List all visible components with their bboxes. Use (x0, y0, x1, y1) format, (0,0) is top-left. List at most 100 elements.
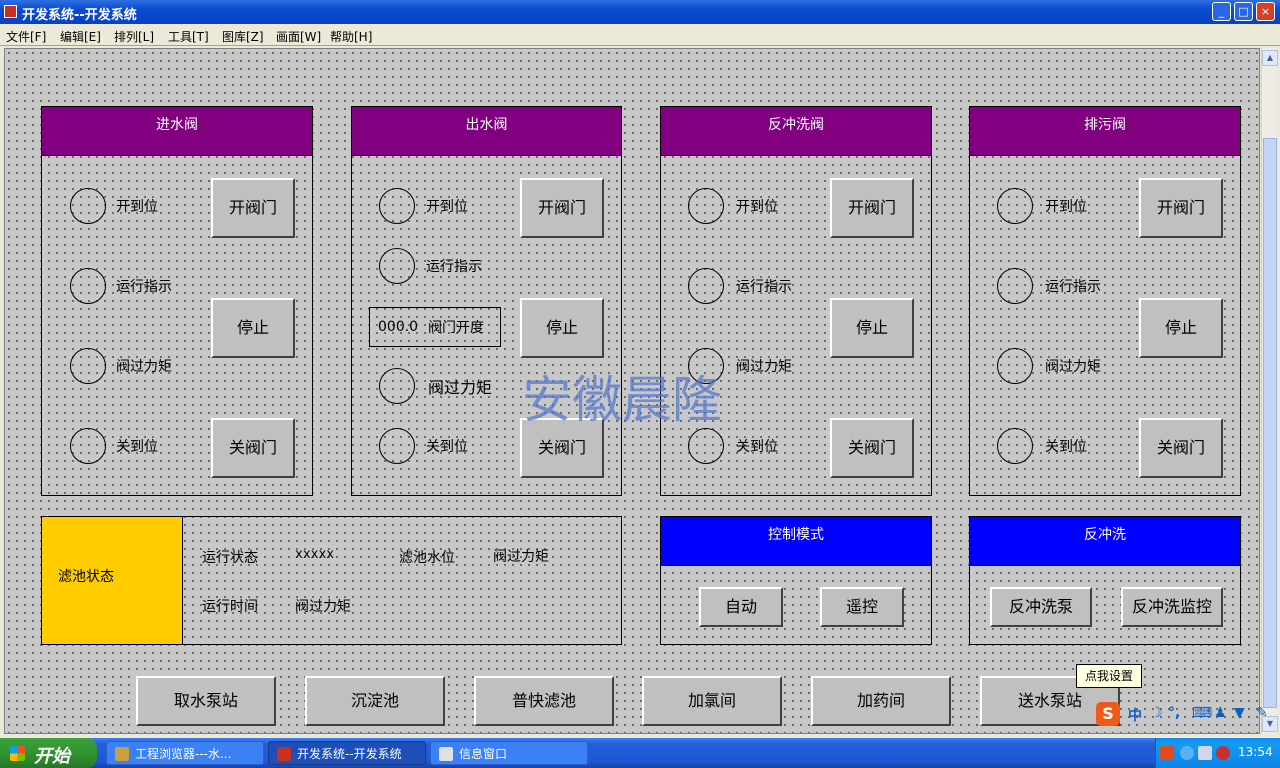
torque-indicator-label: 阀过力矩 (116, 359, 172, 375)
network-icon[interactable] (1198, 746, 1212, 760)
stop-button[interactable]: 停止 (830, 298, 914, 358)
menu-help[interactable]: 帮助[H] (330, 28, 372, 45)
task-dev-system[interactable]: 开发系统--开发系统 (268, 741, 426, 765)
menu-bar: 文件[F] 编辑[E] 排列[L] 工具[T] 图库[Z] 画面[W] 帮助[H… (0, 24, 1280, 46)
remote-button[interactable]: 遥控 (820, 587, 904, 627)
valve-opening-value: 000.0 (378, 319, 419, 335)
closed-indicator-label: 关到位 (116, 439, 158, 455)
system-tray: 13:54 (1155, 738, 1280, 768)
scroll-thumb[interactable] (1263, 138, 1277, 708)
project-browser-icon (115, 747, 129, 761)
sogou-tray-icon[interactable] (1160, 746, 1174, 760)
nav-fast-filter[interactable]: 普快滤池 (474, 676, 614, 726)
filter-level-label: 滤池水位 (399, 550, 455, 566)
backwash-title: 反冲洗 (970, 517, 1240, 566)
run-indicator (688, 268, 724, 304)
close-button[interactable]: × (1256, 2, 1275, 21)
ime-moon-icon[interactable]: ☽ (1150, 705, 1163, 721)
stop-button[interactable]: 停止 (520, 298, 604, 358)
stop-button[interactable]: 停止 (1139, 298, 1223, 358)
sogou-logo-icon[interactable]: S (1096, 702, 1120, 726)
open-valve-button[interactable]: 开阀门 (211, 178, 295, 238)
close-valve-button[interactable]: 关阀门 (830, 418, 914, 478)
run-indicator (70, 268, 106, 304)
security-shield-icon[interactable] (1216, 746, 1230, 760)
close-valve-button[interactable]: 关阀门 (1139, 418, 1223, 478)
filter-status-panel: 滤池状态 运行状态 xxxxx 滤池水位 阀过力矩 运行时间 阀过力矩 (41, 516, 622, 645)
minimize-button[interactable]: _ (1212, 2, 1231, 21)
open-indicator (688, 188, 724, 224)
filter-level-value: 阀过力矩 (493, 549, 549, 565)
torque-indicator (70, 348, 106, 384)
ime-toolbar[interactable]: S 中 ☽ °, ⌨ ♟ ▼ ✎ (1094, 700, 1280, 728)
auto-button[interactable]: 自动 (699, 587, 783, 627)
menu-arrange[interactable]: 排列[L] (114, 28, 154, 45)
stop-button[interactable]: 停止 (211, 298, 295, 358)
dev-system-icon (277, 747, 291, 761)
ime-settings-icon[interactable]: ✎ (1256, 705, 1268, 721)
watermark-text: 安徽晨隆 (522, 371, 722, 429)
run-state-label: 运行状态 (202, 550, 258, 566)
menu-tools[interactable]: 工具[T] (168, 28, 209, 45)
valve-panel-outlet: 出水阀 开到位 运行指示 000.0 阀门开度 阀过力矩 关到位 开阀门 停止 … (351, 106, 622, 496)
open-indicator (379, 188, 415, 224)
task-project-browser[interactable]: 工程浏览器---水... (106, 741, 264, 765)
open-valve-button[interactable]: 开阀门 (520, 178, 604, 238)
menu-file[interactable]: 文件[F] (6, 28, 46, 45)
run-indicator (379, 248, 415, 284)
scroll-up-icon[interactable]: ▲ (1262, 50, 1278, 66)
closed-indicator (70, 428, 106, 464)
filter-status-title: 滤池状态 (58, 569, 114, 585)
closed-indicator (997, 428, 1033, 464)
valve-opening-label: 阀门开度 (428, 320, 484, 336)
nav-chlorination-room[interactable]: 加氯间 (642, 676, 782, 726)
control-mode-panel: 控制模式 自动 遥控 (660, 516, 932, 645)
ime-punctuation-icon[interactable]: °, (1168, 705, 1180, 721)
menu-gallery[interactable]: 图库[Z] (222, 28, 264, 45)
menu-edit[interactable]: 编辑[E] (60, 28, 101, 45)
run-indicator-label: 运行指示 (116, 279, 172, 295)
task-label: 信息窗口 (459, 747, 508, 761)
ime-skin-icon[interactable]: ▼ (1234, 705, 1245, 721)
vertical-scrollbar[interactable]: ▲ ▼ (1261, 48, 1278, 734)
filter-status-block: 滤池状态 (42, 517, 183, 644)
open-valve-button[interactable]: 开阀门 (1139, 178, 1223, 238)
app-icon[interactable] (4, 5, 17, 18)
nav-sedimentation-tank[interactable]: 沉淀池 (305, 676, 445, 726)
task-info-window[interactable]: 信息窗口 (430, 741, 588, 765)
run-time-value: 阀过力矩 (295, 599, 351, 615)
valve-panel-inlet: 进水阀 开到位 运行指示 阀过力矩 关到位 开阀门 停止 关阀门 (41, 106, 313, 496)
ime-tooltip: 点我设置 (1076, 664, 1142, 688)
nav-intake-pump-station[interactable]: 取水泵站 (136, 676, 276, 726)
ime-keyboard-icon[interactable]: ⌨ (1192, 705, 1212, 721)
run-time-label: 运行时间 (202, 599, 258, 615)
ime-chinese-mode-icon[interactable]: 中 (1128, 705, 1142, 725)
start-label: 开始 (34, 746, 70, 767)
open-indicator-label: 开到位 (426, 199, 468, 215)
valve-panel-backwash: 反冲洗阀 开到位 运行指示 阀过力矩 关到位 开阀门 停止 关阀门 (660, 106, 932, 496)
maximize-button[interactable]: □ (1234, 2, 1253, 21)
windows-logo-icon (10, 746, 25, 761)
closed-indicator-label: 关到位 (1045, 439, 1087, 455)
start-button[interactable]: 开始 (0, 738, 97, 768)
torque-indicator-label: 阀过力矩 (736, 359, 792, 375)
tray-expand-icon[interactable] (1180, 746, 1194, 760)
run-state-value: xxxxx (295, 547, 335, 562)
run-indicator-label: 运行指示 (736, 279, 792, 295)
ime-user-icon[interactable]: ♟ (1214, 705, 1227, 721)
backwash-monitor-button[interactable]: 反冲洗监控 (1121, 587, 1223, 627)
run-indicator-label: 运行指示 (426, 259, 482, 275)
open-valve-button[interactable]: 开阀门 (830, 178, 914, 238)
panel-title: 反冲洗阀 (661, 107, 931, 156)
close-valve-button[interactable]: 关阀门 (211, 418, 295, 478)
menu-screen[interactable]: 画面[W] (276, 28, 321, 45)
valve-panel-drain: 排污阀 开到位 运行指示 阀过力矩 关到位 开阀门 停止 关阀门 (969, 106, 1241, 496)
panel-title: 出水阀 (352, 107, 621, 156)
closed-indicator (688, 428, 724, 464)
title-bar: 开发系统--开发系统 _ □ × (0, 0, 1280, 24)
task-label: 开发系统--开发系统 (297, 747, 402, 761)
panel-title: 进水阀 (42, 107, 312, 156)
run-indicator-label: 运行指示 (1045, 279, 1101, 295)
backwash-pump-button[interactable]: 反冲洗泵 (990, 587, 1092, 627)
nav-dosing-room[interactable]: 加药间 (811, 676, 951, 726)
